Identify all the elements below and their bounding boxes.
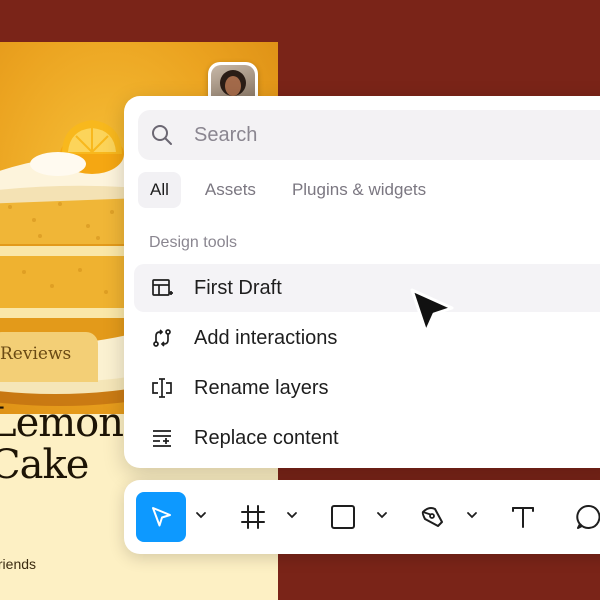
- replace-content-icon: [150, 426, 174, 450]
- reviews-tab[interactable]: Reviews: [0, 332, 98, 382]
- section-label: Design tools: [149, 234, 238, 251]
- tab-all[interactable]: All: [138, 172, 181, 208]
- search-input[interactable]: [194, 110, 594, 160]
- menu-item-label: Add interactions: [194, 326, 338, 349]
- menu-item-first-draft[interactable]: First Draft: [134, 264, 600, 312]
- move-cursor-icon: [152, 507, 171, 527]
- interactions-icon: [150, 326, 174, 350]
- menu-item-label: Replace content: [194, 426, 339, 449]
- bottom-toolbar: [124, 480, 600, 554]
- search-bar[interactable]: [138, 110, 600, 160]
- move-tool-caret[interactable]: [194, 508, 208, 522]
- shape-tool-button[interactable]: [318, 492, 368, 542]
- frame-tool-button[interactable]: [228, 492, 278, 542]
- tab-assets[interactable]: Assets: [193, 172, 268, 208]
- pen-tool-button[interactable]: [408, 492, 458, 542]
- comment-tool-button[interactable]: [564, 492, 600, 542]
- text-icon: [512, 507, 534, 528]
- menu-item-replace-content[interactable]: Replace content: [134, 414, 600, 462]
- first-draft-icon: [150, 276, 174, 300]
- chevron-down-icon: [196, 512, 206, 519]
- mouse-pointer-icon: [410, 288, 454, 334]
- frame-icon: [241, 505, 265, 529]
- pen-icon: [421, 507, 443, 527]
- shape-tool-caret[interactable]: [375, 508, 389, 522]
- menu-item-rename-layers[interactable]: Rename layers: [134, 364, 600, 412]
- actions-panel: All Assets Plugins & widgets Design tool…: [124, 96, 600, 468]
- text-tool-button[interactable]: [498, 492, 548, 542]
- frame-tool-caret[interactable]: [285, 508, 299, 522]
- chevron-down-icon: [467, 512, 477, 519]
- rectangle-icon: [331, 505, 355, 529]
- recipe-subtitle: friends: [0, 556, 37, 572]
- menu-item-label: First Draft: [194, 276, 282, 299]
- pen-tool-caret[interactable]: [465, 508, 479, 522]
- menu-item-add-interactions[interactable]: Add interactions: [134, 314, 600, 362]
- move-tool-button[interactable]: [136, 492, 186, 542]
- comment-icon: [576, 504, 600, 529]
- chevron-down-icon: [287, 512, 297, 519]
- tab-plugins-widgets[interactable]: Plugins & widgets: [280, 172, 438, 208]
- search-icon: [150, 123, 174, 147]
- chevron-down-icon: [377, 512, 387, 519]
- menu-item-label: Rename layers: [194, 376, 329, 399]
- rename-icon: [150, 376, 174, 400]
- tab-bar: All Assets Plugins & widgets: [138, 172, 450, 208]
